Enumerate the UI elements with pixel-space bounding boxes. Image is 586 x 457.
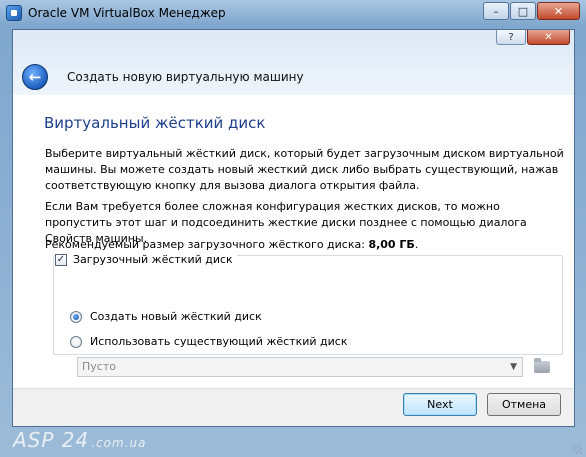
cancel-button[interactable]: Отмена [487, 393, 561, 416]
next-button[interactable]: Next [403, 393, 477, 416]
minimize-button[interactable]: – [483, 2, 509, 20]
recommended-size-prefix: Рекомендуемый размер загрузочного жёстко… [45, 238, 369, 251]
window-titlebar: Oracle VM VirtualBox Менеджер – □ ✕ [0, 0, 586, 26]
wizard-caption: Создать новую виртуальную машину [67, 70, 304, 84]
create-new-disk-label: Создать новый жёсткий диск [90, 310, 262, 323]
recommended-size-suffix: . [414, 238, 419, 251]
watermark: ASP 24 .com.ua [13, 428, 146, 452]
watermark-domain: .com.ua [91, 436, 147, 450]
folder-icon [534, 358, 550, 373]
description-text: Выберите виртуальный жёсткий диск, котор… [45, 147, 564, 192]
page-title: Виртуальный жёсткий диск [44, 114, 266, 132]
window-title: Oracle VM VirtualBox Менеджер [28, 6, 226, 20]
browse-disk-button[interactable] [532, 357, 552, 377]
existing-disk-select-value: Пусто [82, 360, 116, 373]
help-button[interactable]: ? [496, 30, 526, 45]
watermark-main: ASP 24 [13, 428, 90, 452]
recommended-size-text: Рекомендуемый размер загрузочного жёстко… [45, 237, 565, 253]
close-dialog-button[interactable]: ✕ [527, 30, 570, 45]
close-window-button[interactable]: ✕ [537, 2, 580, 20]
resize-grip-icon[interactable] [572, 444, 582, 454]
new-vm-wizard-dialog: ? ✕ ← Создать новую виртуальную машину В… [12, 29, 575, 427]
boot-disk-checkbox-row[interactable]: ✓ Загрузочный жёсткий диск [55, 253, 237, 266]
boot-disk-label: Загрузочный жёсткий диск [73, 253, 233, 266]
wizard-header: ? ✕ ← Создать новую виртуальную машину [13, 30, 574, 96]
chevron-down-icon: ▼ [510, 362, 517, 372]
wizard-content: Виртуальный жёсткий диск Выберите виртуа… [13, 95, 574, 388]
use-existing-disk-label: Использовать существующий жёсткий диск [90, 335, 348, 348]
window-controls: – □ ✕ [482, 2, 580, 20]
maximize-button[interactable]: □ [510, 2, 536, 20]
wizard-footer: Next Отмена [13, 388, 574, 426]
create-new-disk-radio[interactable] [70, 310, 82, 323]
recommended-size-value: 8,00 ГБ [368, 238, 415, 251]
use-existing-disk-option[interactable]: Использовать существующий жёсткий диск [70, 335, 347, 348]
existing-disk-select[interactable]: Пусто ▼ [77, 357, 523, 377]
virtualbox-app-icon [6, 5, 22, 21]
boot-disk-checkbox[interactable]: ✓ [55, 253, 67, 266]
back-arrow-icon[interactable]: ← [22, 64, 48, 90]
use-existing-disk-radio[interactable] [70, 335, 82, 348]
create-new-disk-option[interactable]: Создать новый жёсткий диск [70, 310, 262, 323]
